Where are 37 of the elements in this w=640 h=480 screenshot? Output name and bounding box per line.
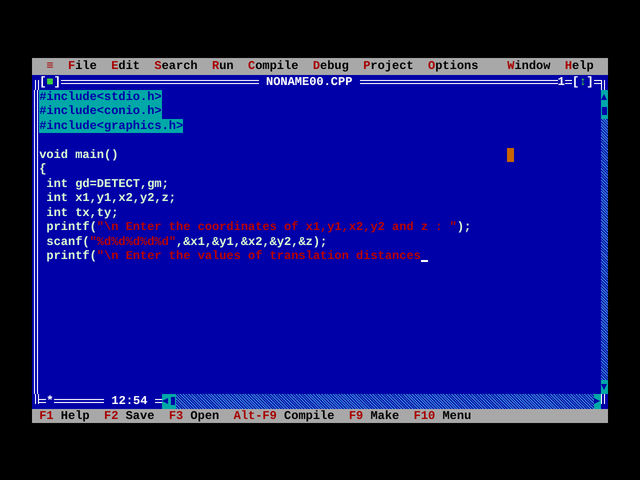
mouse-cursor (507, 148, 514, 162)
modified-indicator: * (46, 394, 54, 408)
zoom-button[interactable]: [↕] (572, 75, 594, 90)
close-button[interactable]: [■] (39, 75, 61, 90)
code-line: printf("\n Enter the coordinates of x1,y1,x2,y2 and z : "); (45, 220, 472, 234)
code-line: void main() (39, 148, 118, 162)
menu-item[interactable]: Debug (312, 58, 349, 75)
menu-item[interactable]: Run (212, 58, 234, 75)
window-number: 1 (558, 75, 565, 90)
code-line: int tx,ty; (45, 206, 118, 220)
menu-item[interactable]: Options (428, 58, 478, 75)
scroll-down-icon[interactable] (600, 380, 608, 394)
shortcut-hint[interactable]: F1 Help (39, 408, 90, 423)
scroll-up-icon[interactable] (600, 90, 608, 104)
shortcut-hint[interactable]: Alt-F9 Compile (234, 408, 334, 423)
code-line: printf("\n Enter the values of translation distances (45, 249, 421, 264)
code-line: scanf("%d%d%d%d%d",&x1,&y1,&x2,&y2,&z); (45, 234, 328, 249)
menu-item[interactable]: File (68, 58, 97, 75)
clock-time: 12:54 (110, 394, 148, 408)
shortcut-hint[interactable]: F10 Menu (414, 408, 472, 423)
menu-item[interactable]: Edit (111, 58, 140, 75)
horizontal-scrollbar[interactable] (162, 394, 601, 408)
shortcut-hint[interactable]: F3 Open (168, 408, 220, 423)
code-line: int x1,y1,x2,y2,z; (45, 191, 176, 206)
window-title: NONAME00.CPP (265, 75, 354, 90)
shortcut-hint[interactable]: F9 Make (348, 408, 400, 423)
vertical-scrollbar[interactable] (600, 90, 608, 394)
menu-item[interactable]: Project (363, 58, 414, 75)
menu-item[interactable]: Compile (248, 58, 298, 75)
code-line: int gd=DETECT,gm; (45, 176, 169, 191)
menu-item[interactable]: Window (507, 58, 550, 75)
shortcut-hint[interactable]: F2 Save (104, 408, 154, 423)
menu-item[interactable]: Help (564, 58, 594, 75)
code-line: { (39, 162, 46, 176)
menu-item[interactable]: Search (154, 58, 198, 75)
scroll-thumb[interactable] (600, 104, 608, 118)
scroll-left-icon[interactable] (162, 394, 169, 408)
